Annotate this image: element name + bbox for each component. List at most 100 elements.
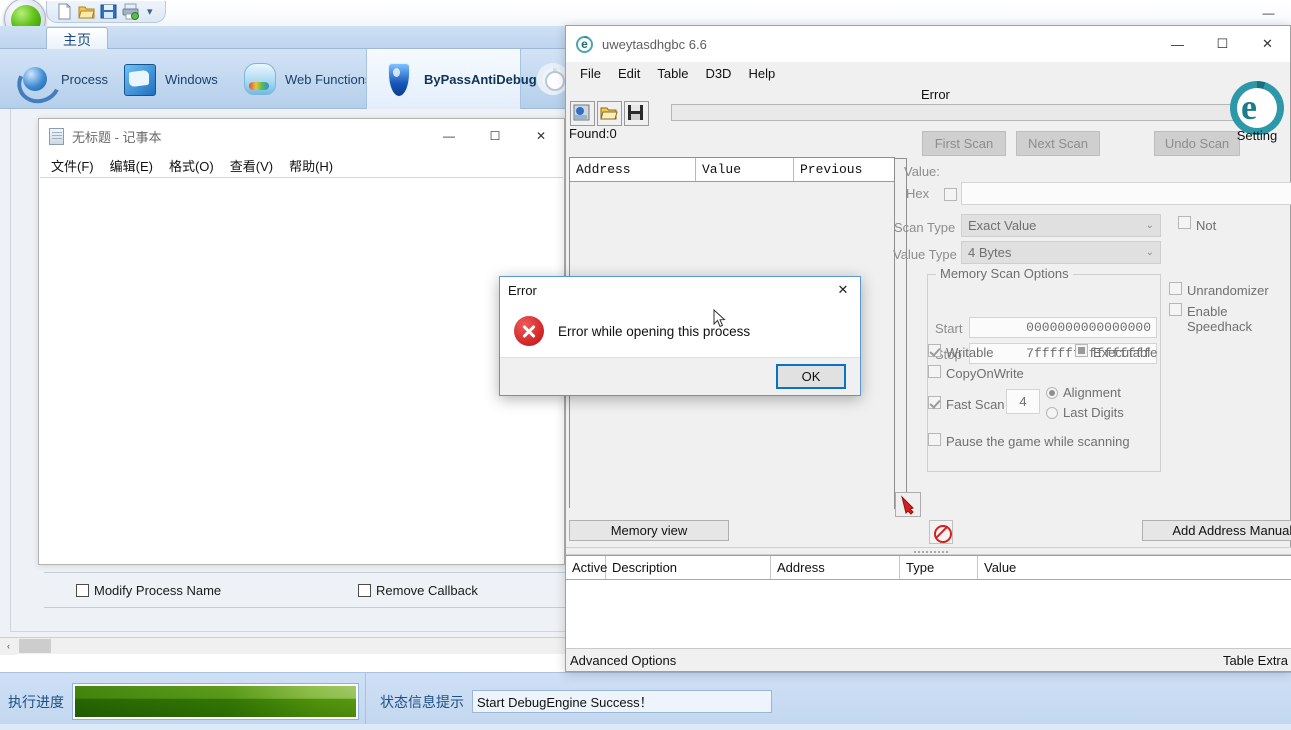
ce-menu-edit[interactable]: Edit (618, 66, 640, 81)
ce-menu-file[interactable]: File (580, 66, 601, 81)
ce-menu-d3d[interactable]: D3D (705, 66, 731, 81)
ribbon-button-windows[interactable]: Windows (108, 49, 248, 109)
add-address-manually-button[interactable]: Add Address Manually (1142, 520, 1291, 541)
shield-icon (379, 60, 417, 98)
column-previous[interactable]: Previous (794, 158, 894, 181)
unrandomizer-label: Unrandomizer (1187, 283, 1269, 298)
notepad-title: 无标题 - 记事本 (72, 129, 162, 145)
writable-checkbox[interactable] (928, 344, 941, 357)
column-active[interactable]: Active (566, 556, 607, 579)
open-file-icon[interactable] (597, 101, 622, 126)
save-icon[interactable] (99, 2, 118, 21)
tab-home[interactable]: 主页 (46, 27, 108, 49)
ce-titlebar: uweytasdhgbc 6.6 — ☐ ✕ (566, 26, 1290, 62)
ce-close-button[interactable]: ✕ (1245, 26, 1290, 62)
column-address[interactable]: Address (771, 556, 900, 579)
pause-game-checkbox[interactable] (928, 433, 941, 446)
open-process-icon[interactable] (570, 101, 595, 126)
red-arrow-icon[interactable] (895, 492, 921, 517)
scrollbar-thumb[interactable] (19, 639, 51, 653)
notepad-minimize-button[interactable]: — (426, 119, 472, 153)
app-bottom-edge (0, 724, 1291, 730)
notepad-menu-help[interactable]: 帮助(H) (289, 156, 333, 175)
close-icon[interactable]: ✕ (826, 277, 860, 303)
value-type-select[interactable]: 4 Bytes ⌄ (961, 241, 1161, 264)
scroll-left-arrow-icon[interactable]: ‹ (0, 637, 17, 655)
column-address[interactable]: Address (570, 158, 696, 181)
checkbox-modify-process-name[interactable]: Modify Process Name (76, 583, 358, 598)
ce-minimize-button[interactable]: — (1155, 26, 1200, 62)
column-description[interactable]: Description (606, 556, 771, 579)
table-extras-link[interactable]: Table Extra (1223, 653, 1291, 668)
ribbon-label-windows: Windows (165, 71, 218, 87)
ce-splitter[interactable] (566, 547, 1291, 555)
column-value[interactable]: Value (696, 158, 794, 181)
memory-scan-options-title: Memory Scan Options (936, 266, 1073, 281)
value-input[interactable] (961, 182, 1291, 205)
qat-dropdown-icon[interactable]: ▾ (147, 5, 153, 18)
notepad-icon (49, 127, 64, 145)
chevron-down-icon: ⌄ (1145, 220, 1154, 231)
alignment-label: Alignment (1063, 385, 1121, 400)
notepad-text-area[interactable] (40, 177, 563, 563)
checkbox-box (358, 583, 371, 597)
column-value[interactable]: Value (978, 556, 1078, 579)
ok-button[interactable]: OK (776, 364, 846, 389)
notepad-menu-edit[interactable]: 编辑(E) (110, 156, 153, 175)
alignment-radio[interactable] (1046, 387, 1058, 399)
error-dialog: Error ✕ Error while opening this process… (499, 276, 861, 396)
mouse-cursor (713, 308, 726, 329)
not-checkbox[interactable] (1178, 216, 1191, 229)
ce-menu-help[interactable]: Help (748, 66, 775, 81)
advanced-options-link[interactable]: Advanced Options (566, 653, 676, 668)
app-minimize-button[interactable]: — (1246, 0, 1291, 26)
copyonwrite-label: CopyOnWrite (946, 366, 1024, 381)
new-icon[interactable] (55, 2, 74, 21)
speedhack-checkbox[interactable] (1169, 303, 1182, 316)
cheat-engine-e-glyph: e (1241, 87, 1257, 127)
ce-scan-list-scrollbar[interactable] (894, 158, 907, 509)
first-scan-button[interactable]: First Scan (922, 131, 1006, 156)
last-digits-radio[interactable] (1046, 407, 1058, 419)
open-icon[interactable] (77, 2, 96, 21)
windows-icon (120, 60, 158, 98)
ce-error-label: Error (921, 87, 950, 102)
notepad-menu-view[interactable]: 查看(V) (230, 156, 273, 175)
ce-maximize-button[interactable]: ☐ (1200, 26, 1245, 62)
chevron-down-icon: ⌄ (1145, 247, 1154, 258)
checkbox-box (76, 583, 89, 597)
memory-view-button[interactable]: Memory view (569, 520, 729, 541)
cheat-engine-logo[interactable]: e Setting (1228, 81, 1286, 143)
print-icon[interactable] (121, 2, 140, 21)
save-file-icon[interactable] (624, 101, 649, 126)
found-label: Found: (569, 126, 610, 141)
executable-checkbox[interactable] (1075, 344, 1088, 357)
notepad-menu-format[interactable]: 格式(O) (169, 156, 214, 175)
ce-progress-field (671, 104, 1281, 121)
fast-scan-checkbox[interactable] (928, 396, 941, 409)
notepad-close-button[interactable]: ✕ (518, 119, 564, 153)
notepad-maximize-button[interactable]: ☐ (472, 119, 518, 153)
fast-scan-value-input[interactable]: 4 (1006, 389, 1040, 414)
copyonwrite-checkbox[interactable] (928, 365, 941, 378)
writable-label: Writable (946, 345, 994, 360)
column-type[interactable]: Type (900, 556, 978, 579)
ce-menu-table[interactable]: Table (657, 66, 688, 81)
no-entry-icon[interactable] (929, 520, 953, 544)
progress-bar (72, 683, 359, 720)
start-address-input[interactable]: 0000000000000000 (969, 317, 1157, 338)
found-value: 0 (609, 126, 617, 141)
checkbox-remove-callback[interactable]: Remove Callback (358, 583, 572, 598)
ce-title: uweytasdhgbc 6.6 (602, 36, 707, 52)
settings-label[interactable]: Setting (1228, 128, 1286, 143)
notepad-menu-file[interactable]: 文件(F) (51, 156, 94, 175)
ribbon-label-process: Process (61, 71, 108, 87)
ce-address-table[interactable]: Active Description Address Type Value (566, 555, 1291, 656)
quick-access-toolbar: ▾ (46, 1, 166, 23)
hex-checkbox[interactable] (944, 188, 957, 201)
ribbon-button-bypassantidebug[interactable]: ByPassAntiDebug (366, 49, 537, 109)
progress-label: 执行进度 (8, 693, 64, 710)
unrandomizer-checkbox[interactable] (1169, 282, 1182, 295)
next-scan-button[interactable]: Next Scan (1016, 131, 1100, 156)
scan-type-select[interactable]: Exact Value ⌄ (961, 214, 1161, 237)
